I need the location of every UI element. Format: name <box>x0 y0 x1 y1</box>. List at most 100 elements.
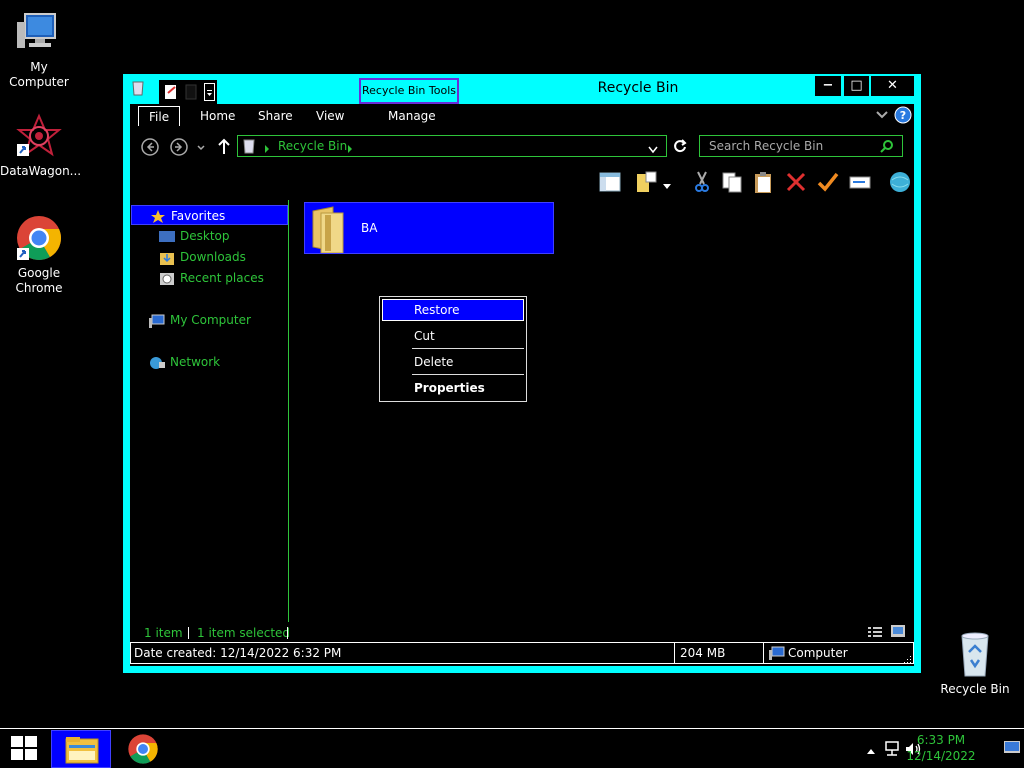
help-icon[interactable]: ? <box>894 106 912 127</box>
status-separator <box>188 627 189 639</box>
menu-item-properties[interactable]: Properties <box>382 377 524 399</box>
resize-grip-icon[interactable] <box>904 653 912 667</box>
back-icon[interactable] <box>140 137 160 160</box>
taskbar: 6:33 PM 12/14/2022 <box>0 728 1024 768</box>
globe-icon[interactable] <box>888 170 912 194</box>
layout-pane-icon[interactable] <box>598 170 622 194</box>
status-separator <box>287 627 288 639</box>
customize-qat-icon[interactable] <box>204 83 215 101</box>
desktop-icon-label: My Computer <box>9 60 69 89</box>
clock-time[interactable]: 6:33 PM <box>906 733 976 747</box>
svg-text:?: ? <box>900 109 906 122</box>
check-icon[interactable] <box>816 170 840 194</box>
maximize-icon: □ <box>850 78 863 93</box>
desktop-icon-my-computer[interactable]: My Computer <box>0 8 78 90</box>
search-input[interactable]: Search Recycle Bin <box>709 139 823 153</box>
context-menu: Restore Cut Delete Properties <box>379 296 527 402</box>
nav-item-recent-places[interactable]: Recent places <box>159 268 264 288</box>
search-icon[interactable] <box>880 139 894 156</box>
large-icons-view-icon[interactable] <box>891 625 905 640</box>
star-icon <box>150 209 166 224</box>
tab-manage[interactable]: Manage <box>388 106 436 126</box>
recycle-bin-tools-tab[interactable]: Recycle Bin Tools <box>359 78 459 104</box>
command-toolbar <box>590 168 910 198</box>
menu-item-cut[interactable]: Cut <box>382 325 524 347</box>
desktop-icon-google-chrome[interactable]: Google Chrome <box>0 214 78 296</box>
title-bar[interactable]: Recycle Bin Tools Recycle Bin − □ ✕ <box>123 74 921 104</box>
desktop-icon <box>159 230 175 244</box>
taskbar-file-explorer[interactable] <box>51 730 111 768</box>
desktop: My Computer DataWagon... Google Chrome R… <box>0 0 1024 728</box>
start-button[interactable] <box>0 729 48 768</box>
close-button[interactable]: ✕ <box>871 76 914 96</box>
address-bar[interactable]: Recycle Bin <box>237 135 667 157</box>
properties-icon[interactable] <box>163 84 179 103</box>
ribbon-tabs: File Home Share View Manage ? <box>130 104 914 128</box>
tab-file[interactable]: File <box>138 106 181 126</box>
breadcrumb-recycle-bin[interactable]: Recycle Bin <box>278 139 347 153</box>
pane-splitter[interactable] <box>288 200 289 622</box>
navigation-pane: Favorites Desktop Downloads Recent place… <box>130 204 290 624</box>
nav-item-favorites[interactable]: Favorites <box>131 205 288 225</box>
desktop-icon-label: Google Chrome <box>15 266 63 295</box>
recycle-bin-icon <box>131 80 145 99</box>
breadcrumb-arrow-icon[interactable] <box>347 142 353 156</box>
status-bar: 1 item 1 item selected <box>130 624 914 642</box>
views-icon[interactable] <box>634 170 658 194</box>
nav-item-label: Recent places <box>180 271 264 285</box>
desktop-icon-label: Recycle Bin <box>940 682 1010 696</box>
forward-icon[interactable] <box>169 137 189 160</box>
quick-access-toolbar <box>159 80 217 104</box>
show-hidden-icons-icon[interactable] <box>866 744 876 758</box>
file-explorer-icon <box>65 735 99 768</box>
details-bar: Date created: 12/14/2022 6:32 PM 204 MB … <box>130 642 914 664</box>
paste-icon[interactable] <box>752 170 776 194</box>
recent-locations-icon[interactable] <box>196 142 206 156</box>
computer-icon <box>769 646 785 663</box>
up-icon[interactable] <box>216 137 232 160</box>
recycle-bin-icon <box>242 138 256 157</box>
breadcrumb-arrow-icon[interactable] <box>264 142 270 156</box>
details-separator <box>674 643 675 663</box>
desktop-icon-recycle-bin[interactable]: Recycle Bin <box>936 630 1014 697</box>
details-view-icon[interactable] <box>868 626 882 641</box>
nav-item-desktop[interactable]: Desktop <box>159 226 230 246</box>
new-folder-icon[interactable] <box>185 84 197 103</box>
selected-count: 1 item selected <box>197 626 291 640</box>
menu-item-delete[interactable]: Delete <box>382 351 524 373</box>
menu-separator <box>412 348 524 349</box>
tab-share[interactable]: Share <box>258 106 293 126</box>
file-item-selected[interactable]: BA <box>304 202 554 254</box>
search-box[interactable]: Search Recycle Bin <box>699 135 903 157</box>
explorer-window: Recycle Bin Tools Recycle Bin − □ ✕ File… <box>123 74 921 673</box>
network-status-icon[interactable] <box>884 741 900 760</box>
file-list: BA <box>293 200 908 620</box>
expand-ribbon-icon[interactable] <box>875 109 889 124</box>
nav-item-label: Desktop <box>180 229 230 243</box>
taskbar-google-chrome[interactable] <box>118 730 168 768</box>
views-dropdown-icon[interactable] <box>662 180 672 194</box>
clock-date[interactable]: 12/14/2022 <box>906 749 976 763</box>
copy-icon[interactable] <box>720 170 744 194</box>
menu-separator <box>412 374 524 375</box>
nav-item-my-computer[interactable]: My Computer <box>149 310 251 330</box>
rename-icon[interactable] <box>848 170 872 194</box>
maximize-button[interactable]: □ <box>844 76 869 96</box>
delete-icon[interactable] <box>784 170 808 194</box>
nav-item-label: My Computer <box>170 313 251 327</box>
tab-view[interactable]: View <box>316 106 344 126</box>
menu-item-restore[interactable]: Restore <box>382 299 524 321</box>
computer-icon <box>15 8 63 56</box>
address-dropdown-icon[interactable] <box>648 143 658 157</box>
cut-icon[interactable] <box>690 170 714 194</box>
nav-item-label: Network <box>170 355 221 369</box>
tab-home[interactable]: Home <box>200 106 235 126</box>
desktop-icon-datawagon[interactable]: DataWagon... <box>0 112 81 179</box>
show-desktop-icon[interactable] <box>1004 741 1020 758</box>
chrome-icon <box>127 733 159 768</box>
nav-item-downloads[interactable]: Downloads <box>159 247 246 267</box>
refresh-icon[interactable] <box>672 138 688 157</box>
nav-item-network[interactable]: Network <box>149 352 220 372</box>
datawagon-icon <box>15 112 63 160</box>
minimize-button[interactable]: − <box>815 76 841 96</box>
